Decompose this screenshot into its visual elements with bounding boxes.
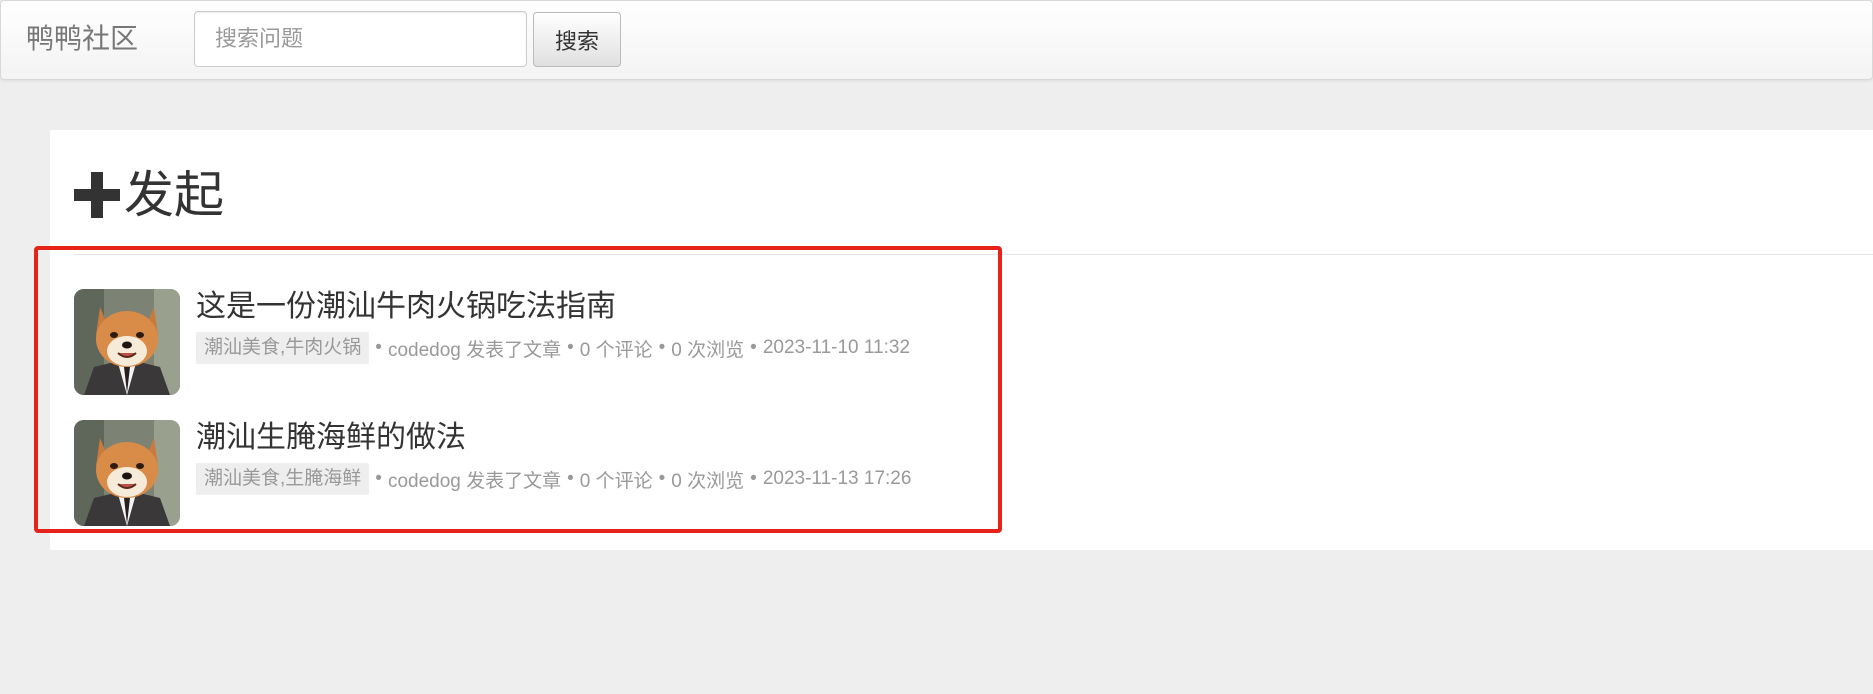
- post-timestamp: 2023-11-13 17:26: [762, 468, 912, 489]
- avatar[interactable]: [74, 289, 180, 395]
- brand-logo[interactable]: 鸭鸭社区: [26, 19, 138, 59]
- post-tags[interactable]: 潮汕美食,牛肉火锅: [196, 332, 370, 364]
- meta-separator: •: [375, 337, 382, 358]
- list-item: 潮汕生腌海鲜的做法 潮汕美食,生腌海鲜 • codedog 发表了文章 • 0 …: [74, 420, 974, 527]
- meta-separator: •: [658, 337, 666, 358]
- post-tags[interactable]: 潮汕美食,生腌海鲜: [196, 463, 370, 495]
- meta-separator: •: [567, 468, 574, 489]
- avatar[interactable]: [74, 420, 180, 526]
- post-views: 0 次浏览: [671, 470, 745, 492]
- shiba-dog-avatar-icon: [74, 289, 180, 395]
- post-title[interactable]: 这是一份潮汕牛肉火锅吃法指南: [196, 289, 616, 325]
- post-timestamp: 2023-11-10 11:32: [762, 337, 911, 358]
- plus-icon: [74, 172, 120, 218]
- shiba-dog-avatar-icon: [74, 420, 180, 526]
- post-meta: 潮汕美食,牛肉火锅 • codedog 发表了文章 • 0 个评论 • 0 次浏…: [196, 332, 916, 364]
- create-post-label: 发起: [124, 166, 224, 224]
- divider: [74, 254, 1873, 255]
- post-views: 0 次浏览: [671, 339, 745, 361]
- post-comments: 0 个评论: [579, 470, 653, 492]
- post-title[interactable]: 潮汕生腌海鲜的做法: [196, 420, 466, 456]
- list-item: 这是一份潮汕牛肉火锅吃法指南 潮汕美食,牛肉火锅 • codedog 发表了文章…: [74, 289, 974, 396]
- post-author-action: codedog 发表了文章: [387, 339, 562, 361]
- post-author-action: codedog 发表了文章: [387, 470, 562, 492]
- meta-separator: •: [375, 468, 382, 489]
- meta-separator: •: [750, 337, 757, 358]
- meta-separator: •: [567, 337, 574, 358]
- meta-separator: •: [750, 468, 757, 489]
- search-button[interactable]: 搜索: [533, 12, 621, 67]
- post-meta: 潮汕美食,生腌海鲜 • codedog 发表了文章 • 0 个评论 • 0 次浏…: [196, 463, 917, 495]
- navbar: 鸭鸭社区 搜索: [0, 0, 1873, 80]
- post-comments: 0 个评论: [579, 339, 653, 361]
- meta-separator: •: [658, 468, 666, 489]
- create-post-button[interactable]: 发起: [74, 160, 224, 230]
- search-input[interactable]: [194, 11, 527, 67]
